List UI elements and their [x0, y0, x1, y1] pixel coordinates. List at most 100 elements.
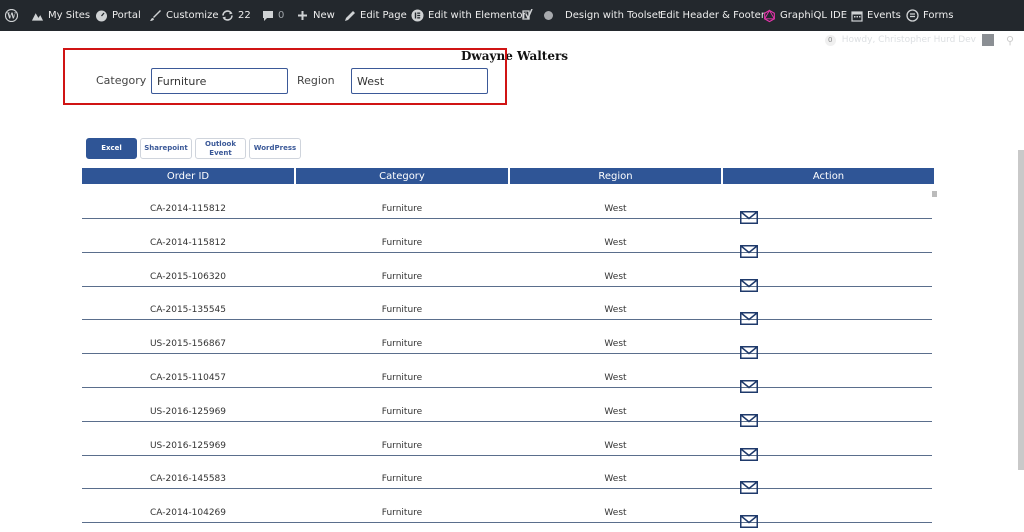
category-cell: Furniture — [381, 271, 423, 282]
table-row: US-2015-156867 Furniture West — [82, 319, 932, 360]
header-footer-menu[interactable]: Edit Header & Footer — [660, 0, 765, 31]
graphiql-label: GraphiQL IDE — [780, 10, 848, 21]
header-footer-label: Edit Header & Footer — [660, 10, 765, 21]
order-id-cell: CA-2014-115812 — [150, 237, 226, 248]
elementor-menu[interactable]: Edit with Elementor — [411, 0, 527, 31]
page-scrollbar[interactable] — [1018, 150, 1024, 470]
order-id-cell: CA-2015-106320 — [150, 271, 226, 282]
region-input[interactable] — [351, 68, 488, 94]
elementor-label: Edit with Elementor — [428, 10, 527, 21]
avatar — [982, 34, 994, 46]
category-cell: Furniture — [381, 237, 423, 248]
comments-count: 0 — [278, 10, 285, 21]
category-cell: Furniture — [381, 373, 423, 383]
wordpress-button[interactable]: WordPress — [249, 138, 301, 159]
table-row: CA-2015-135545 Furniture West — [82, 285, 932, 326]
notification-count: 0 — [824, 34, 836, 46]
calendar-icon — [850, 9, 863, 22]
forms-menu[interactable]: Forms — [906, 0, 953, 31]
pencil-icon — [343, 9, 356, 22]
new-label: New — [313, 10, 335, 21]
order-id-cell: CA-2014-104269 — [150, 508, 226, 519]
category-cell: Furniture — [381, 474, 423, 485]
table-row: CA-2014-115812 Furniture West — [82, 184, 932, 224]
howdy-text: Howdy, Christopher Hurd Dev — [841, 35, 976, 45]
portal-label: Portal — [112, 10, 141, 21]
plus-icon — [296, 9, 309, 22]
region-cell: West — [604, 508, 627, 519]
updates-icon — [221, 9, 234, 22]
category-cell: Furniture — [381, 339, 423, 350]
category-input[interactable] — [151, 68, 288, 94]
forms-icon — [906, 9, 919, 22]
table-row: CA-2014-104269 Furniture West — [82, 488, 932, 529]
header-action[interactable]: Action — [723, 168, 934, 184]
comments-menu[interactable]: 0 — [261, 0, 284, 31]
updates-count: 22 — [238, 10, 251, 21]
account-menu[interactable]: 0 Howdy, Christopher Hurd Dev — [824, 33, 994, 47]
table-row: CA-2015-106320 Furniture West — [82, 252, 932, 292]
toolset-menu[interactable]: Design with Toolset — [565, 0, 662, 31]
order-id-cell: US-2016-125969 — [149, 406, 227, 417]
wordpress-icon: W — [5, 9, 18, 22]
edit-page-menu[interactable]: Edit Page — [343, 0, 407, 31]
my-sites-menu[interactable]: My Sites — [31, 0, 90, 31]
customize-menu[interactable]: Customize — [149, 0, 219, 31]
table-scrollbar[interactable] — [932, 191, 937, 197]
elementor-icon — [411, 9, 424, 22]
region-cell: West — [604, 373, 627, 383]
region-label: Region — [297, 74, 335, 87]
seo-status-dot — [544, 11, 553, 20]
table-row: CA-2015-110457 Furniture West — [82, 353, 932, 393]
my-sites-label: My Sites — [48, 10, 91, 21]
admin-bar: W My Sites Portal Customize 22 0 New Edi… — [0, 0, 1024, 31]
events-menu[interactable]: Events — [850, 0, 901, 31]
edit-page-label: Edit Page — [360, 10, 407, 21]
customize-label: Customize — [166, 10, 219, 21]
category-cell: Furniture — [381, 305, 423, 316]
sharepoint-button[interactable]: Sharepoint — [140, 138, 192, 159]
region-cell: West — [604, 406, 627, 417]
updates-menu[interactable]: 22 — [221, 0, 251, 31]
region-cell: West — [604, 204, 627, 214]
table-header: Order ID Category Region Action — [82, 168, 934, 184]
order-id-cell: US-2016-125969 — [149, 440, 227, 451]
region-cell: West — [604, 237, 627, 248]
table-row: CA-2016-145583 Furniture West — [82, 454, 932, 495]
mail-icon[interactable] — [740, 513, 758, 529]
new-menu[interactable]: New — [296, 0, 335, 31]
portal-menu[interactable]: Portal — [95, 0, 141, 31]
dashboard-icon — [95, 9, 108, 22]
header-region[interactable]: Region — [510, 168, 721, 184]
region-cell: West — [604, 474, 627, 485]
category-cell: Furniture — [381, 440, 423, 451]
region-cell: West — [604, 339, 627, 350]
yoast-icon — [521, 9, 534, 22]
category-cell: Furniture — [381, 204, 423, 214]
outlook-event-button[interactable]: Outlook Event — [195, 138, 246, 159]
forms-label: Forms — [923, 10, 954, 21]
header-order-id[interactable]: Order ID — [82, 168, 294, 184]
search-icon[interactable]: ⚲ — [1006, 34, 1014, 47]
wordpress-menu[interactable]: W — [5, 0, 18, 31]
table-row: CA-2014-115812 Furniture West — [82, 218, 932, 258]
brush-icon — [149, 9, 162, 22]
category-label: Category — [96, 74, 147, 87]
excel-button[interactable]: Excel — [86, 138, 137, 159]
table-row: US-2016-125969 Furniture West — [82, 421, 932, 461]
order-id-cell: CA-2015-135545 — [150, 305, 226, 316]
order-id-cell: CA-2015-110457 — [150, 373, 226, 383]
order-id-cell: CA-2014-115812 — [150, 204, 226, 214]
comment-icon — [261, 9, 274, 22]
order-id-cell: CA-2016-145583 — [150, 474, 226, 485]
graphiql-menu[interactable]: GraphiQL IDE — [763, 0, 847, 31]
header-category[interactable]: Category — [296, 168, 508, 184]
toolset-label: Design with Toolset — [565, 10, 662, 21]
graphiql-icon — [763, 9, 776, 22]
events-label: Events — [867, 10, 901, 21]
region-cell: West — [604, 305, 627, 316]
my-sites-icon — [31, 9, 44, 22]
category-cell: Furniture — [381, 406, 423, 417]
order-id-cell: US-2015-156867 — [149, 339, 227, 350]
yoast-menu[interactable] — [521, 0, 553, 31]
